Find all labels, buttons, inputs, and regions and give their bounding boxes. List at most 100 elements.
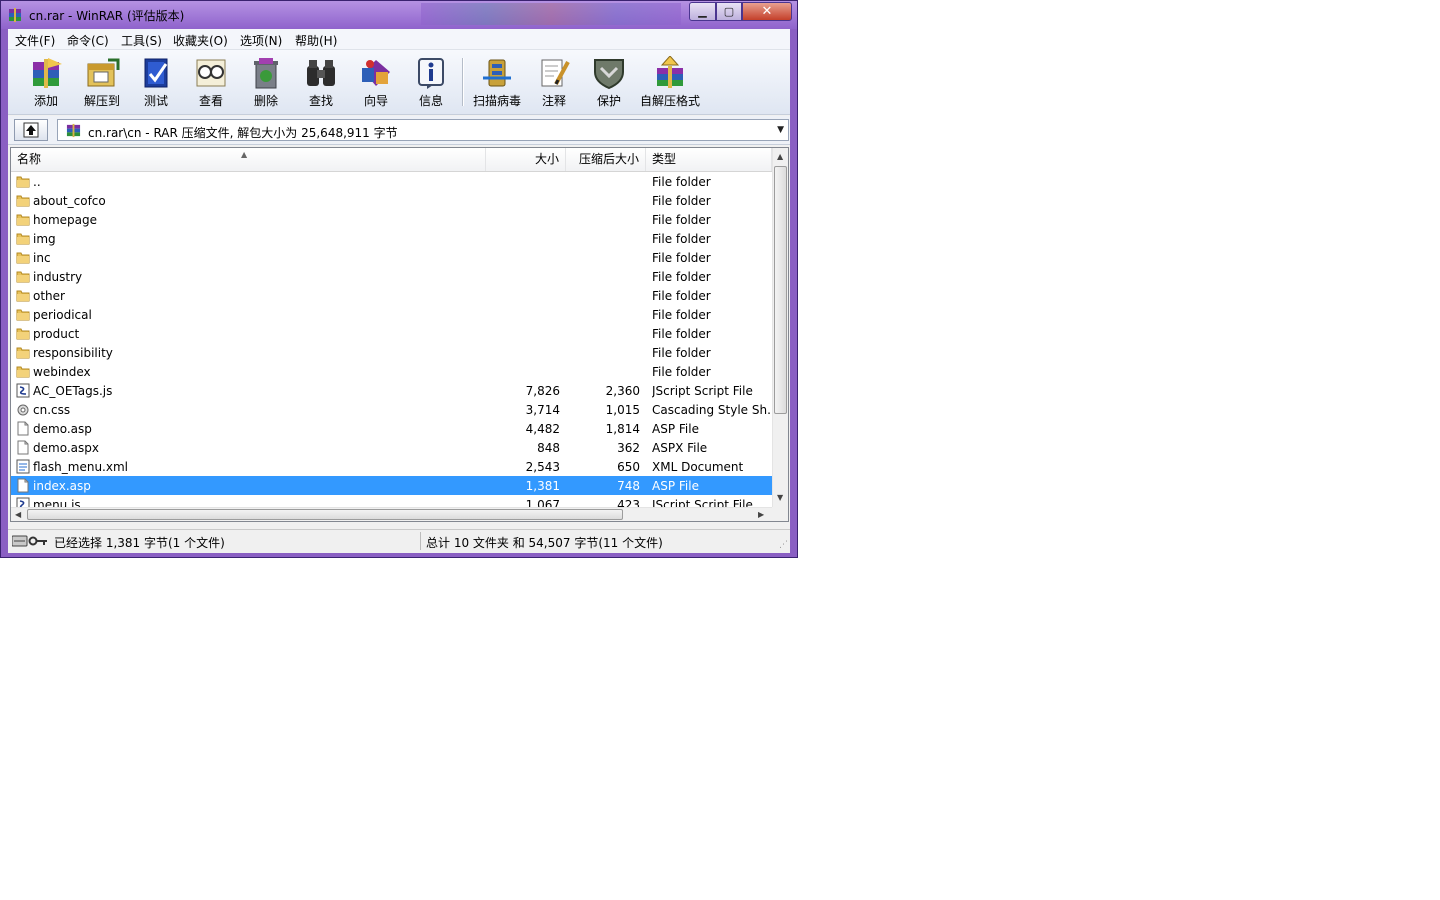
file-name: product [33, 327, 80, 341]
column-size[interactable]: 大小 [486, 148, 566, 171]
comment-button[interactable]: 注释 [528, 54, 580, 110]
file-row[interactable]: .. File folder [11, 172, 772, 191]
protect-button[interactable]: 保护 [583, 54, 635, 110]
virus-scan-button[interactable]: 扫描病毒 [471, 54, 523, 110]
maximize-icon: ▢ [723, 5, 735, 18]
menu-file[interactable]: 文件(F) [15, 32, 55, 49]
file-row[interactable]: demo.aspx 848 362 ASPX File [11, 438, 772, 457]
scroll-down-icon[interactable]: ▼ [777, 493, 783, 502]
file-row[interactable]: img File folder [11, 229, 772, 248]
file-name: about_cofco [33, 194, 106, 208]
find-button[interactable]: 查找 [295, 54, 347, 110]
folder-icon [16, 328, 30, 340]
maximize-button[interactable]: ▢ [716, 2, 742, 21]
file-type: ASP File [652, 422, 699, 436]
menu-favorites[interactable]: 收藏夹(O) [173, 32, 228, 49]
file-packed-size: 1,814 [605, 422, 640, 436]
virus-scan-label: 扫描病毒 [472, 94, 521, 108]
scroll-up-icon[interactable]: ▲ [777, 152, 783, 161]
file-icon [17, 421, 29, 436]
file-icon [17, 440, 29, 455]
title-bar[interactable]: cn.rar - WinRAR (评估版本) ▁ ▢ ✕ [1, 1, 797, 29]
extract-to-button[interactable]: 解压到 [76, 54, 128, 110]
file-type: File folder [652, 194, 711, 208]
column-name[interactable]: 名称 ▲ [11, 148, 486, 171]
add-button[interactable]: 添加 [20, 54, 72, 110]
file-row[interactable]: webindex File folder [11, 362, 772, 381]
scroll-right-icon[interactable]: ▶ [758, 510, 764, 519]
window-title: cn.rar - WinRAR (评估版本) [29, 9, 185, 23]
minimize-icon: ▁ [698, 5, 707, 18]
comment-icon [541, 59, 570, 87]
menu-commands[interactable]: 命令(C) [67, 32, 109, 49]
virus-scan-icon [483, 59, 511, 87]
column-packed[interactable]: 压缩后大小 [566, 148, 646, 171]
file-type: Cascading Style Sh... [652, 403, 770, 417]
drive-key-icon [12, 535, 47, 547]
file-row[interactable]: about_cofco File folder [11, 191, 772, 210]
info-button[interactable]: 信息 [405, 54, 457, 110]
file-row[interactable]: product File folder [11, 324, 772, 343]
file-name: inc [33, 251, 51, 265]
file-row[interactable]: inc File folder [11, 248, 772, 267]
resize-grip-icon[interactable]: ⋰ [779, 540, 788, 550]
up-one-level-button[interactable] [14, 119, 48, 141]
delete-icon [254, 58, 278, 89]
sfx-button[interactable]: 自解压格式 [640, 54, 700, 110]
menu-help[interactable]: 帮助(H) [295, 32, 337, 49]
menu-options[interactable]: 选项(N) [240, 32, 282, 49]
file-row[interactable]: periodical File folder [11, 305, 772, 324]
sfx-icon [657, 56, 683, 88]
file-row[interactable]: flash_menu.xml 2,543 650 XML Document [11, 457, 772, 476]
column-size-label: 大小 [534, 152, 559, 166]
folder-icon [16, 252, 30, 264]
vertical-scrollbar[interactable]: ▲ ▼ [772, 148, 788, 507]
file-row[interactable]: industry File folder [11, 267, 772, 286]
wizard-button[interactable]: 向导 [350, 54, 402, 110]
file-name: responsibility [33, 346, 113, 360]
minimize-button[interactable]: ▁ [689, 2, 716, 21]
folder-icon [16, 214, 30, 226]
file-row[interactable]: demo.asp 4,482 1,814 ASP File [11, 419, 772, 438]
folder-icon [16, 195, 30, 207]
view-button[interactable]: 查看 [185, 54, 237, 110]
vertical-scroll-thumb[interactable] [774, 166, 787, 414]
toolbar-separator [462, 58, 464, 106]
file-row[interactable]: cn.css 3,714 1,015 Cascading Style Sh... [11, 400, 772, 419]
file-type: File folder [652, 232, 711, 246]
scroll-corner [772, 507, 788, 521]
close-button[interactable]: ✕ [742, 2, 792, 21]
column-name-label: 名称 [17, 152, 42, 166]
chevron-down-icon[interactable]: ▼ [777, 125, 784, 135]
file-row[interactable]: AC_OETags.js 7,826 2,360 JScript Script Fil… [11, 381, 772, 400]
file-type: File folder [652, 289, 711, 303]
scroll-left-icon[interactable]: ◀ [15, 510, 21, 519]
file-packed-size: 650 [617, 460, 640, 474]
path-dropdown[interactable]: cn.rar\cn - RAR 压缩文件, 解包大小为 25,648,911 字… [57, 119, 789, 141]
test-button[interactable]: 测试 [130, 54, 182, 110]
file-packed-size: 1,015 [605, 403, 640, 417]
file-packed-size: 2,360 [605, 384, 640, 398]
file-type: ASPX File [652, 441, 708, 455]
menu-tools[interactable]: 工具(S) [121, 32, 162, 49]
file-row[interactable]: responsibility File folder [11, 343, 772, 362]
file-name: img [33, 232, 56, 246]
file-packed-size: 748 [617, 479, 640, 493]
horizontal-scrollbar[interactable]: ◀ ▶ [11, 507, 772, 521]
column-type-label: 类型 [652, 152, 677, 166]
file-row[interactable]: homepage File folder [11, 210, 772, 229]
delete-button[interactable]: 删除 [240, 54, 292, 110]
protect-label: 保护 [596, 94, 621, 108]
horizontal-scroll-thumb[interactable] [27, 509, 623, 520]
file-size: 848 [537, 441, 560, 455]
file-row[interactable]: index.asp 1,381 748 ASP File [11, 476, 772, 495]
test-icon [144, 58, 168, 88]
file-type: File folder [652, 251, 711, 265]
file-type: JScript Script File [652, 498, 753, 507]
title-bar-glass [421, 3, 681, 25]
file-name: webindex [33, 365, 91, 379]
column-type[interactable]: 类型 [646, 148, 772, 171]
file-row[interactable]: menu.js 1,067 423 JScript Script File [11, 495, 772, 507]
file-row[interactable]: other File folder [11, 286, 772, 305]
xml-file-icon [16, 459, 30, 474]
